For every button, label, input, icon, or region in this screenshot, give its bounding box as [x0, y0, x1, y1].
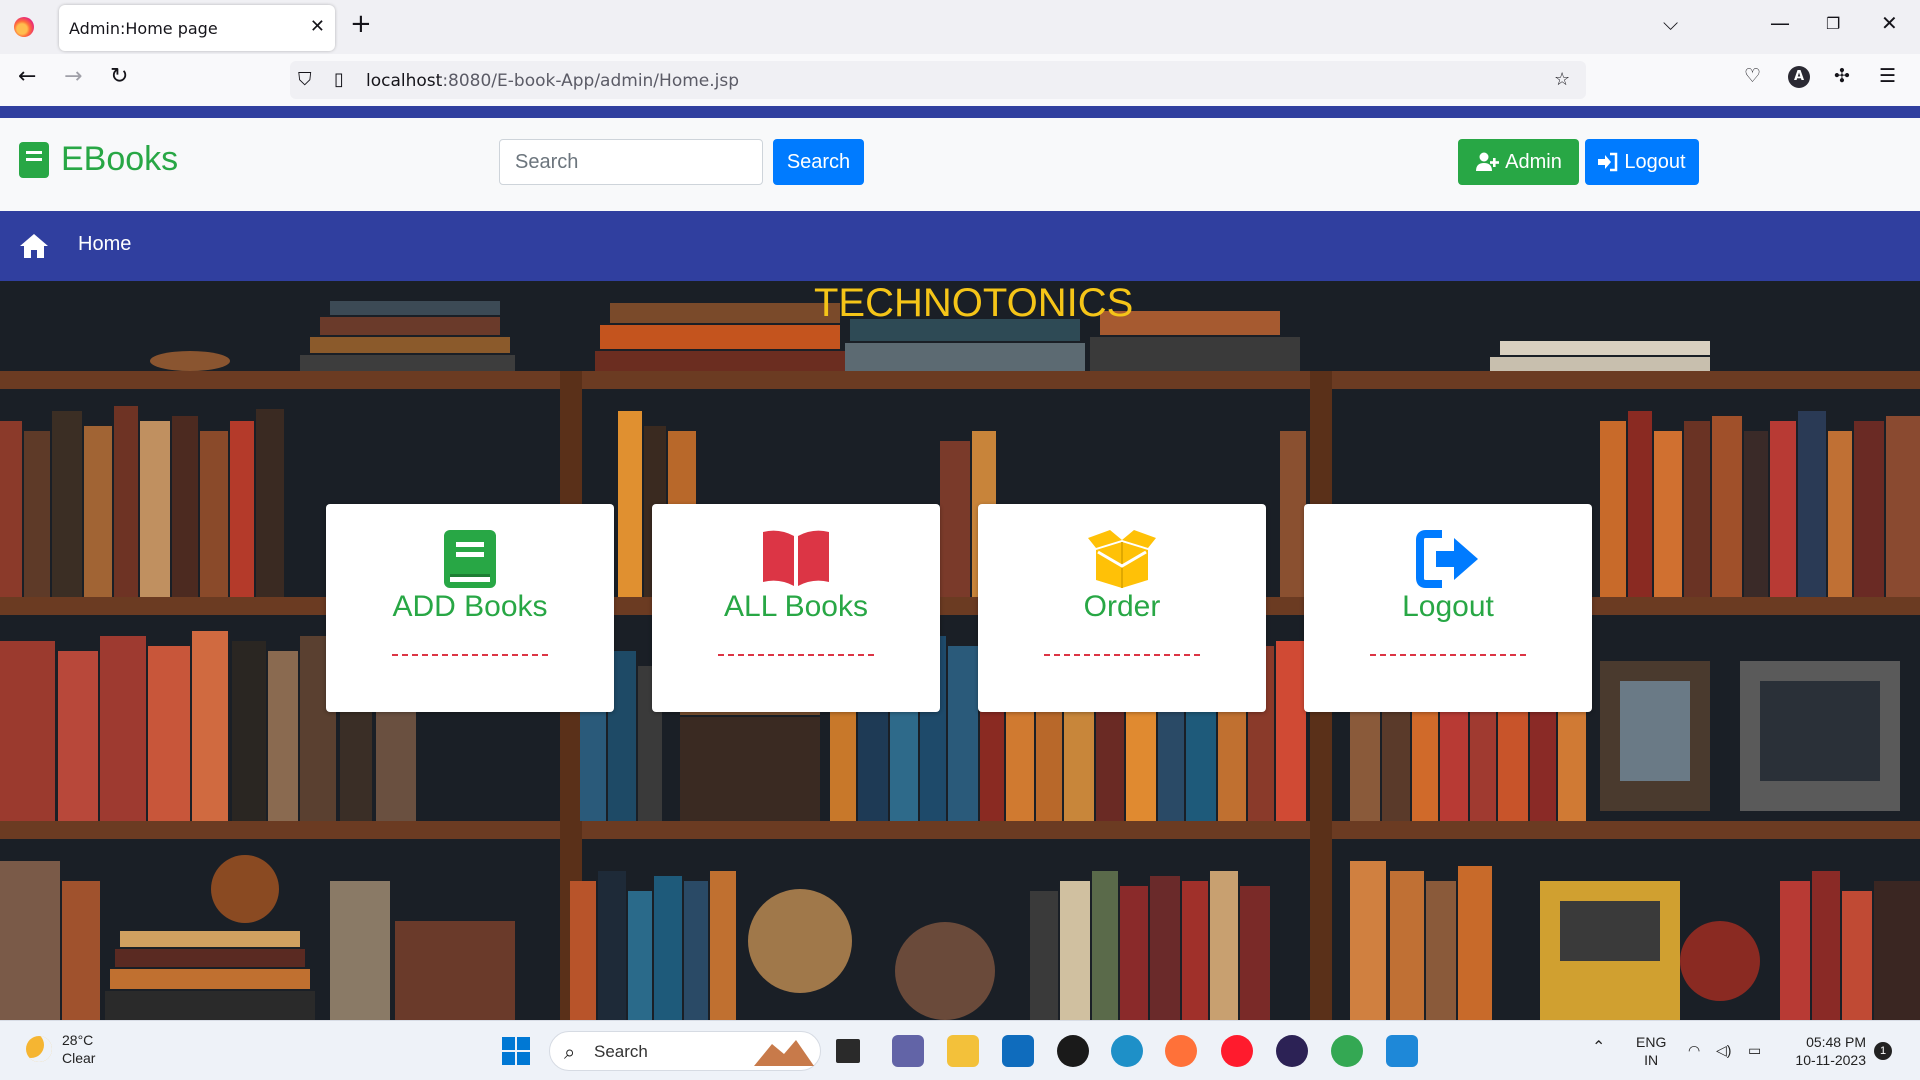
new-tab-icon[interactable]: +	[350, 11, 372, 37]
extensions-icon[interactable]: ✣	[1834, 67, 1850, 86]
logout-button[interactable]: Logout	[1585, 139, 1699, 185]
browser-tab-bar: Admin:Home page ✕ + ⌵ — ❐ ✕	[0, 0, 1920, 54]
firefox-icon	[14, 17, 34, 37]
card-label: ADD Books	[392, 590, 548, 623]
firefox-taskbar-icon[interactable]	[1165, 1035, 1197, 1067]
close-tab-icon[interactable]: ✕	[310, 16, 325, 37]
task-view-icon[interactable]	[836, 1039, 860, 1063]
temperature: 28°C	[62, 1032, 94, 1048]
battery-icon[interactable]: ▭	[1748, 1041, 1761, 1059]
weather-condition: Clear	[62, 1050, 96, 1066]
microsoft-store-icon[interactable]	[1002, 1035, 1034, 1067]
search-highlight-image	[754, 1040, 814, 1066]
account-avatar[interactable]: A	[1788, 66, 1810, 88]
taskbar-search-label: Search	[594, 1042, 648, 1061]
box-open-icon	[1088, 530, 1156, 588]
forward-icon[interactable]: →	[64, 66, 82, 88]
taskbar-search[interactable]: ⌕ Search	[549, 1031, 821, 1071]
user-plus-icon	[1476, 152, 1500, 171]
reload-icon[interactable]: ↻	[110, 66, 128, 88]
page-content: EBooks Search Admin Logout Home	[0, 106, 1920, 1020]
sign-out-icon	[1416, 530, 1478, 588]
tab-title: Admin:Home page	[69, 19, 218, 38]
search-button[interactable]: Search	[773, 139, 864, 185]
card-divider	[718, 654, 874, 656]
weather-widget[interactable]: 28°C Clear	[26, 1031, 95, 1067]
pocket-icon[interactable]: ♡	[1744, 67, 1761, 86]
back-icon[interactable]: ←	[18, 66, 36, 88]
region-code: IN	[1644, 1052, 1659, 1068]
admin-button[interactable]: Admin	[1458, 139, 1579, 185]
shield-icon[interactable]: ⛉	[298, 69, 312, 90]
eclipse-icon[interactable]	[1276, 1035, 1308, 1067]
main-nav: Home	[0, 211, 1920, 281]
browser-tab[interactable]: Admin:Home page ✕	[59, 5, 335, 51]
notification-badge[interactable]: 1	[1874, 1042, 1892, 1060]
top-strip	[0, 106, 1920, 118]
card-add-books[interactable]: ADD Books	[326, 504, 614, 712]
card-divider	[1370, 654, 1526, 656]
page-icon[interactable]: ▯	[334, 69, 344, 90]
chevron-up-icon[interactable]: ⌃	[1592, 1039, 1605, 1057]
card-divider	[392, 654, 548, 656]
moon-icon	[26, 1036, 52, 1062]
language-indicator[interactable]: ENG IN	[1636, 1033, 1666, 1069]
card-order[interactable]: Order	[978, 504, 1266, 712]
chrome-icon[interactable]	[1331, 1035, 1363, 1067]
card-divider	[1044, 654, 1200, 656]
teams-icon[interactable]	[892, 1035, 924, 1067]
card-all-books[interactable]: ALL Books	[652, 504, 940, 712]
close-window-icon[interactable]: ✕	[1881, 13, 1898, 33]
hero-banner: TECHNOTONICS	[0, 281, 1920, 1020]
search-icon: ⌕	[564, 1040, 576, 1064]
minimize-icon[interactable]: —	[1770, 13, 1790, 33]
card-logout[interactable]: Logout	[1304, 504, 1592, 712]
home-icon[interactable]	[19, 233, 49, 259]
restore-icon[interactable]: ❐	[1826, 16, 1840, 32]
nav-home-link[interactable]: Home	[78, 233, 131, 256]
site-header: EBooks Search Admin Logout	[0, 118, 1920, 211]
menu-icon[interactable]: ☰	[1879, 67, 1896, 86]
photos-icon[interactable]	[1386, 1035, 1418, 1067]
hero-title: TECHNOTONICS	[814, 281, 1134, 325]
clock-date: 10-11-2023	[1795, 1052, 1866, 1068]
book-icon	[444, 530, 496, 588]
search-input[interactable]	[499, 139, 763, 185]
address-bar[interactable]: ⛉ ▯ localhost:8080/E-book-App/admin/Home…	[290, 61, 1586, 99]
card-label: ALL Books	[724, 590, 868, 623]
clock[interactable]: 05:48 PM 10-11-2023	[1786, 1033, 1866, 1069]
logout-button-label: Logout	[1624, 150, 1686, 173]
sign-in-icon	[1598, 152, 1618, 172]
bookshelf-background-image	[0, 281, 1920, 1020]
card-label: Logout	[1402, 590, 1494, 623]
windows-start-icon[interactable]	[500, 1035, 532, 1067]
clock-time: 05:48 PM	[1806, 1034, 1866, 1050]
book-icon	[19, 141, 49, 178]
search-button-label: Search	[786, 150, 851, 173]
bookmark-star-icon[interactable]: ☆	[1554, 69, 1570, 90]
file-explorer-icon[interactable]	[947, 1035, 979, 1067]
browser-toolbar: ← → ↻ ⛉ ▯ localhost:8080/E-book-App/admi…	[0, 54, 1920, 106]
edge-icon[interactable]	[1111, 1035, 1143, 1067]
os-taskbar: 28°C Clear ⌕ Search ⌃ ENG IN ◠ ◁) ▭ 05:4…	[0, 1020, 1920, 1080]
url-text[interactable]: localhost:8080/E-book-App/admin/Home.jsp	[366, 71, 739, 91]
opera-icon[interactable]	[1221, 1035, 1253, 1067]
open-book-icon	[763, 530, 829, 586]
volume-icon[interactable]: ◁)	[1716, 1041, 1731, 1059]
dell-icon[interactable]	[1057, 1035, 1089, 1067]
admin-button-label: Admin	[1505, 150, 1562, 173]
brand[interactable]: EBooks	[19, 140, 178, 179]
brand-name: EBooks	[61, 140, 179, 178]
language-code: ENG	[1636, 1034, 1667, 1050]
card-label: Order	[1083, 590, 1161, 623]
tab-list-icon[interactable]: ⌵	[1663, 13, 1678, 33]
wifi-icon[interactable]: ◠	[1688, 1041, 1700, 1059]
